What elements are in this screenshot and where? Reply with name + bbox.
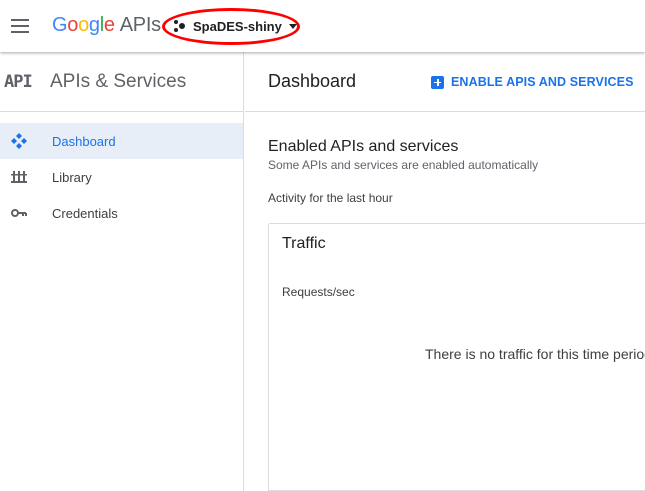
project-name: SpaDES-shiny [193, 18, 282, 34]
project-icon [172, 19, 186, 33]
sidebar-title: APIs & Services [50, 70, 187, 92]
logo-letter: e [103, 14, 115, 36]
sidebar-item-label: Credentials [52, 205, 118, 221]
dashboard-icon [0, 133, 52, 149]
section-title: Enabled APIs and services [268, 138, 459, 155]
library-icon [0, 170, 52, 184]
sidebar-header: API APIs & Services [0, 52, 243, 112]
logo-letter: o [78, 14, 89, 36]
sidebar-item-label: Dashboard [52, 133, 116, 149]
enable-apis-button[interactable]: ENABLE APIS AND SERVICES [431, 75, 634, 89]
sidebar-item-label: Library [52, 169, 92, 185]
main-header: Dashboard ENABLE APIS AND SERVICES [245, 52, 645, 112]
activity-label: Activity for the last hour [268, 191, 393, 205]
add-icon [431, 75, 444, 89]
logo-letter: G [52, 14, 68, 36]
project-selector[interactable]: SpaDES-shiny [172, 16, 297, 36]
top-app-bar: Google APIs SpaDES-shiny [0, 0, 645, 52]
api-badge-icon: API [4, 71, 33, 92]
page-title: Dashboard [268, 71, 357, 91]
logo-suffix: APIs [119, 14, 161, 36]
key-icon [0, 208, 52, 218]
dropdown-caret-icon [288, 23, 297, 29]
sidebar-item-library[interactable]: Library [0, 159, 243, 195]
traffic-card-title: Traffic [282, 235, 326, 252]
main-content: Dashboard ENABLE APIS AND SERVICES Enabl… [245, 52, 645, 491]
sidebar: API APIs & Services Dashboard Library Cr… [0, 52, 244, 491]
traffic-axis-label: Requests/sec [282, 285, 355, 299]
traffic-empty-message: There is no traffic for this time period [425, 346, 645, 362]
logo-letter: o [67, 14, 79, 36]
sidebar-item-dashboard[interactable]: Dashboard [0, 123, 243, 159]
enable-apis-label: ENABLE APIS AND SERVICES [451, 75, 634, 89]
google-apis-logo[interactable]: Google APIs [52, 14, 161, 37]
logo-letter: g [88, 14, 100, 36]
section-subtitle: Some APIs and services are enabled autom… [268, 158, 539, 172]
sidebar-item-credentials[interactable]: Credentials [0, 195, 243, 231]
traffic-card: Traffic Requests/sec There is no traffic… [268, 223, 645, 491]
hamburger-menu-icon[interactable] [8, 14, 32, 38]
sidebar-nav: Dashboard Library Credentials [0, 123, 243, 231]
